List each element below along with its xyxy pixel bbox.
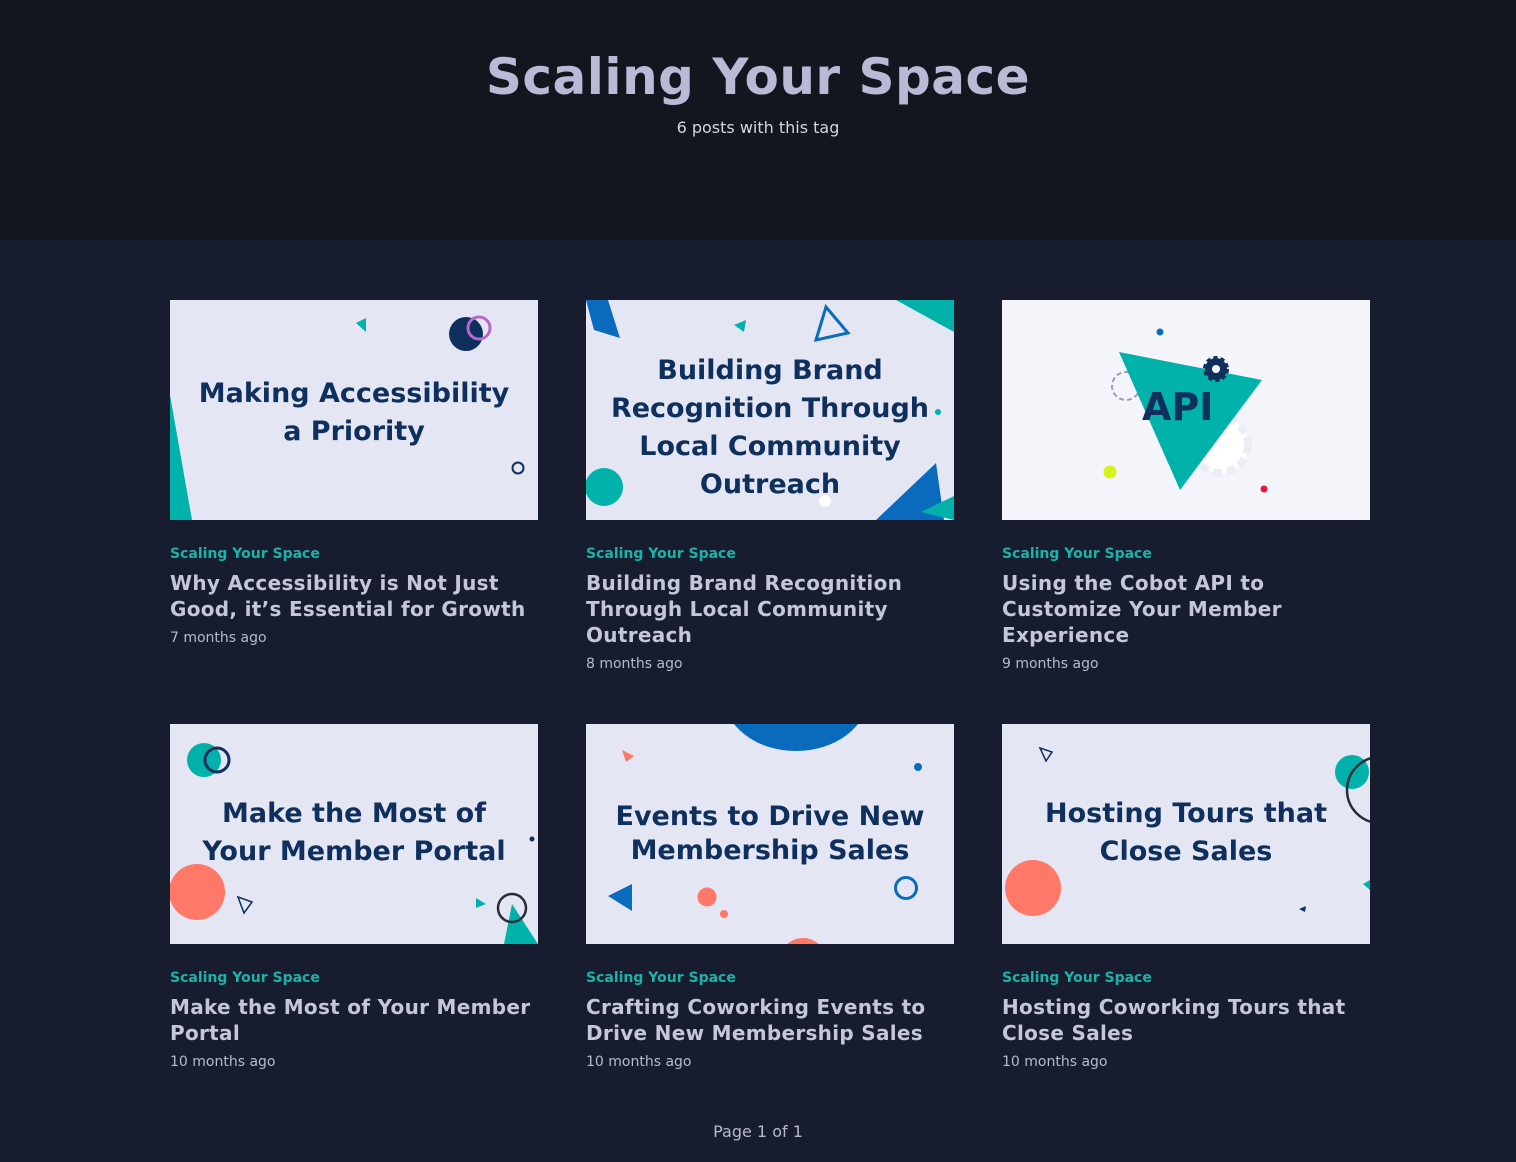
image-title: Hosting Tours that Close Sales: [1045, 798, 1327, 867]
tag-link[interactable]: Scaling Your Space: [1002, 970, 1370, 986]
tag-link[interactable]: Scaling Your Space: [170, 970, 538, 986]
tag-link[interactable]: Scaling Your Space: [586, 970, 954, 986]
post-image[interactable]: API: [1002, 300, 1370, 520]
post-date: 10 months ago: [586, 1054, 692, 1070]
post-date: 8 months ago: [586, 656, 683, 672]
image-title: Making Accessibility a Priority: [198, 378, 510, 447]
pagination: Page 1 of 1: [0, 1122, 1516, 1141]
post-title[interactable]: Using the Cobot API to Customize Your Me…: [1002, 570, 1370, 648]
post-grid: Making Accessibility a Priority Scaling …: [170, 300, 1370, 1148]
image-title: Events to Drive New Membership Sales: [615, 801, 925, 866]
image-title: Make the Most of Your Member Portal: [202, 798, 506, 867]
image-title: API: [1142, 385, 1214, 429]
post-card: Making Accessibility a Priority Scaling …: [170, 300, 538, 724]
post-date: 9 months ago: [1002, 656, 1099, 672]
post-image[interactable]: Events to Drive New Membership Sales: [586, 724, 954, 944]
post-title[interactable]: Building Brand Recognition Through Local…: [586, 570, 954, 648]
post-title[interactable]: Hosting Coworking Tours that Close Sales: [1002, 994, 1370, 1046]
tag-link[interactable]: Scaling Your Space: [170, 546, 538, 562]
post-date: 7 months ago: [170, 630, 267, 646]
post-image[interactable]: Making Accessibility a Priority: [170, 300, 538, 520]
post-title[interactable]: Crafting Coworking Events to Drive New M…: [586, 994, 954, 1046]
post-card: Make the Most of Your Member Portal Scal…: [170, 724, 538, 1148]
image-title: Building Brand Recognition Through Local…: [610, 355, 930, 500]
post-date: 10 months ago: [1002, 1054, 1108, 1070]
post-title[interactable]: Make the Most of Your Member Portal: [170, 994, 538, 1046]
post-count: 6 posts with this tag: [676, 118, 840, 137]
post-card: API Scaling Your Space Using the Cobot A…: [1002, 300, 1370, 724]
post-card: Events to Drive New Membership Sales Sca…: [586, 724, 954, 1148]
tag-link[interactable]: Scaling Your Space: [586, 546, 954, 562]
tag-link[interactable]: Scaling Your Space: [1002, 546, 1370, 562]
post-card: Hosting Tours that Close Sales Scaling Y…: [1002, 724, 1370, 1148]
post-title[interactable]: Why Accessibility is Not Just Good, it’s…: [170, 570, 538, 622]
post-date: 10 months ago: [170, 1054, 276, 1070]
tag-header: Scaling Your Space 6 posts with this tag: [0, 0, 1516, 240]
page-title: Scaling Your Space: [485, 48, 1031, 106]
post-image[interactable]: Building Brand Recognition Through Local…: [586, 300, 954, 520]
post-card: Building Brand Recognition Through Local…: [586, 300, 954, 724]
pagination-label: Page 1 of 1: [713, 1122, 803, 1141]
post-image[interactable]: Make the Most of Your Member Portal: [170, 724, 538, 944]
post-image[interactable]: Hosting Tours that Close Sales: [1002, 724, 1370, 944]
